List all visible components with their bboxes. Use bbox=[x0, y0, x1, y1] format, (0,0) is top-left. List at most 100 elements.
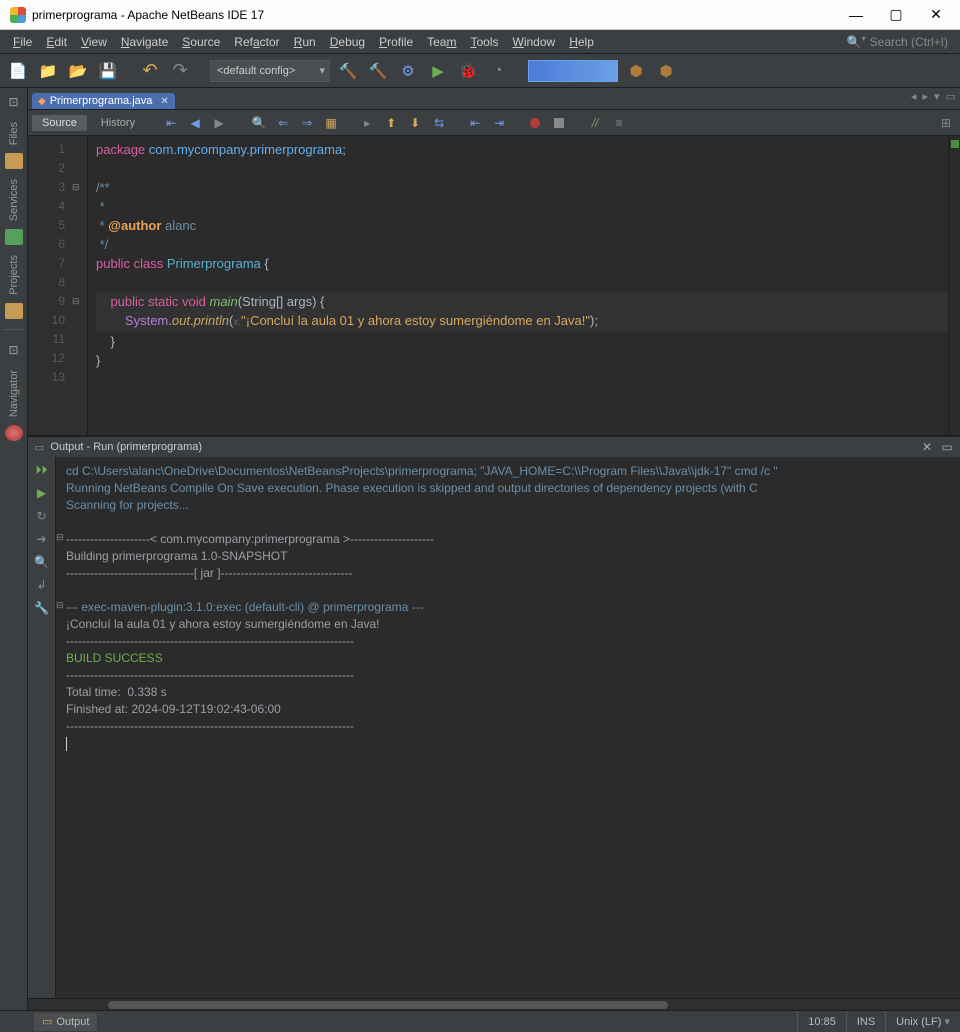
macro-stop-button[interactable] bbox=[549, 113, 569, 133]
main-toolbar: 📄 📁 📂 💾 ↶ ↷ <default config> 🔨 🔨 ⚙ ▶ 🐞 ◔… bbox=[0, 54, 960, 88]
sidebar-rail: ⊡ Files Services Projects ⊡ Navigator bbox=[0, 88, 28, 1010]
menu-view[interactable]: View bbox=[74, 30, 114, 54]
split-icon[interactable]: ⊞ bbox=[936, 113, 956, 133]
find-next-button[interactable]: ⇒ bbox=[297, 113, 317, 133]
menu-source[interactable]: Source bbox=[175, 30, 227, 54]
minimize-button[interactable]: — bbox=[836, 0, 876, 30]
output-close-icon[interactable]: ✕ bbox=[920, 440, 934, 454]
settings-button[interactable]: 🔧 bbox=[32, 599, 52, 617]
maximize-button[interactable]: ▢ bbox=[876, 0, 916, 30]
output-icon: ▭ bbox=[42, 1015, 52, 1028]
new-file-button[interactable]: 📄 bbox=[6, 59, 30, 83]
profile-button[interactable]: ◔ bbox=[486, 59, 510, 83]
save-all-button[interactable]: 💾 bbox=[96, 59, 120, 83]
search-placeholder: Search (Ctrl+I) bbox=[870, 35, 948, 49]
scrollbar-thumb[interactable] bbox=[108, 1001, 668, 1009]
overview-ruler[interactable] bbox=[948, 136, 960, 435]
menu-run[interactable]: Run bbox=[287, 30, 323, 54]
stop-button[interactable]: ↻ bbox=[32, 507, 52, 525]
overview-mark bbox=[951, 140, 959, 148]
close-tab-icon[interactable]: ✕ bbox=[160, 96, 168, 107]
output-scrollbar[interactable] bbox=[28, 998, 960, 1010]
debug-button[interactable]: 🐞 bbox=[456, 59, 480, 83]
find-selection-button[interactable]: 🔍 bbox=[249, 113, 269, 133]
menu-tools[interactable]: Tools bbox=[463, 30, 505, 54]
prev-bookmark-button[interactable]: ▸ bbox=[357, 113, 377, 133]
plugin-button-1[interactable]: ⬢ bbox=[624, 59, 648, 83]
back-button[interactable]: ◀ bbox=[185, 113, 205, 133]
output-text[interactable]: cd C:\Users\alanc\OneDrive\Documentos\Ne… bbox=[56, 457, 960, 998]
menu-edit[interactable]: Edit bbox=[39, 30, 74, 54]
source-tab[interactable]: Source bbox=[32, 115, 87, 131]
code-editor[interactable]: 1 2 3⊟ 4 5 6 7 8 9⊟ 10 11 12 13 package … bbox=[28, 136, 960, 435]
window-titlebar: primerprograma - Apache NetBeans IDE 17 … bbox=[0, 0, 960, 30]
last-edit-button[interactable]: ⇤ bbox=[161, 113, 181, 133]
tab-left-icon[interactable]: ◂ bbox=[911, 90, 917, 103]
menu-refactor[interactable]: Refactor bbox=[227, 30, 286, 54]
menu-window[interactable]: Window bbox=[506, 30, 563, 54]
toggle-bookmark-button[interactable]: ⬆ bbox=[381, 113, 401, 133]
output-minimize-icon[interactable]: ▭ bbox=[940, 440, 954, 454]
tab-right-icon[interactable]: ▸ bbox=[923, 90, 929, 103]
close-button[interactable]: ✕ bbox=[916, 0, 956, 30]
output-body: ⏵⏵ ▶ ↻ ➔ 🔍 ↲ 🔧 cd C:\Users\alanc\OneDriv… bbox=[28, 457, 960, 998]
projects-icon[interactable] bbox=[5, 303, 23, 319]
next-error-button[interactable]: ➔ bbox=[32, 530, 52, 548]
global-search[interactable]: 🔍▾ Search (Ctrl+I) bbox=[847, 34, 948, 49]
comment-button[interactable]: // bbox=[585, 113, 605, 133]
search-icon: 🔍▾ bbox=[847, 34, 866, 49]
output-cursor bbox=[66, 737, 67, 751]
build-button[interactable]: 🔨 bbox=[336, 59, 360, 83]
rail-projects[interactable]: Projects bbox=[8, 255, 20, 295]
brand-strip bbox=[528, 60, 618, 82]
next-bookmark-button[interactable]: ⬇ bbox=[405, 113, 425, 133]
menu-team[interactable]: Team bbox=[420, 30, 463, 54]
tab-max-icon[interactable]: ▭ bbox=[946, 90, 956, 103]
rail-files[interactable]: Files bbox=[8, 122, 20, 145]
wrap-button[interactable]: ↲ bbox=[32, 576, 52, 594]
menu-profile[interactable]: Profile bbox=[372, 30, 420, 54]
run-config-combo[interactable]: <default config> bbox=[210, 60, 330, 82]
output-status-button[interactable]: ▭ Output bbox=[34, 1013, 97, 1031]
files-icon[interactable] bbox=[5, 153, 23, 169]
services-icon[interactable] bbox=[5, 229, 23, 245]
history-tab[interactable]: History bbox=[91, 115, 145, 131]
clean-build-button[interactable]: 🔨 bbox=[366, 59, 390, 83]
new-project-button[interactable]: 📁 bbox=[36, 59, 60, 83]
dropdown-icon[interactable]: ▾ bbox=[944, 1015, 950, 1028]
toggle-highlight-button[interactable]: ▦ bbox=[321, 113, 341, 133]
menu-debug[interactable]: Debug bbox=[323, 30, 372, 54]
diff-button[interactable]: ⇆ bbox=[429, 113, 449, 133]
undo-button[interactable]: ↶ bbox=[138, 59, 162, 83]
rerun-debug-button[interactable]: ▶ bbox=[32, 484, 52, 502]
run-button[interactable]: ▶ bbox=[426, 59, 450, 83]
generate-button[interactable]: ⚙ bbox=[396, 59, 420, 83]
rail-services[interactable]: Services bbox=[8, 179, 20, 221]
macro-record-button[interactable] bbox=[525, 113, 545, 133]
redo-button[interactable]: ↷ bbox=[168, 59, 192, 83]
rail-restore-icon-2[interactable]: ⊡ bbox=[4, 340, 24, 360]
find-prev-button[interactable]: ⇐ bbox=[273, 113, 293, 133]
menu-file[interactable]: File bbox=[6, 30, 39, 54]
rerun-button[interactable]: ⏵⏵ bbox=[32, 461, 52, 479]
file-tab-primerprograma[interactable]: ◆ Primerprograma.java ✕ bbox=[32, 93, 175, 109]
plugin-button-2[interactable]: ⬢ bbox=[654, 59, 678, 83]
shift-right-button[interactable]: ⇥ bbox=[489, 113, 509, 133]
rail-separator bbox=[3, 329, 25, 330]
open-project-button[interactable]: 📂 bbox=[66, 59, 90, 83]
forward-button[interactable]: ▶ bbox=[209, 113, 229, 133]
uncomment-button[interactable]: ≡ bbox=[609, 113, 629, 133]
window-title: primerprograma - Apache NetBeans IDE 17 bbox=[32, 8, 836, 22]
line-gutter: 1 2 3⊟ 4 5 6 7 8 9⊟ 10 11 12 13 bbox=[28, 136, 88, 435]
output-window-icon: ▭ bbox=[34, 441, 44, 454]
shift-left-button[interactable]: ⇤ bbox=[465, 113, 485, 133]
filter-button[interactable]: 🔍 bbox=[32, 553, 52, 571]
rail-navigator[interactable]: Navigator bbox=[8, 370, 20, 417]
navigator-icon[interactable] bbox=[5, 425, 23, 441]
code-content[interactable]: package com.mycompany.primerprograma; /*… bbox=[88, 136, 948, 435]
rail-restore-icon[interactable]: ⊡ bbox=[4, 92, 24, 112]
menu-help[interactable]: Help bbox=[562, 30, 601, 54]
tab-list-icon[interactable]: ▾ bbox=[934, 90, 940, 103]
insert-mode: INS bbox=[846, 1011, 885, 1032]
menu-navigate[interactable]: Navigate bbox=[114, 30, 175, 54]
